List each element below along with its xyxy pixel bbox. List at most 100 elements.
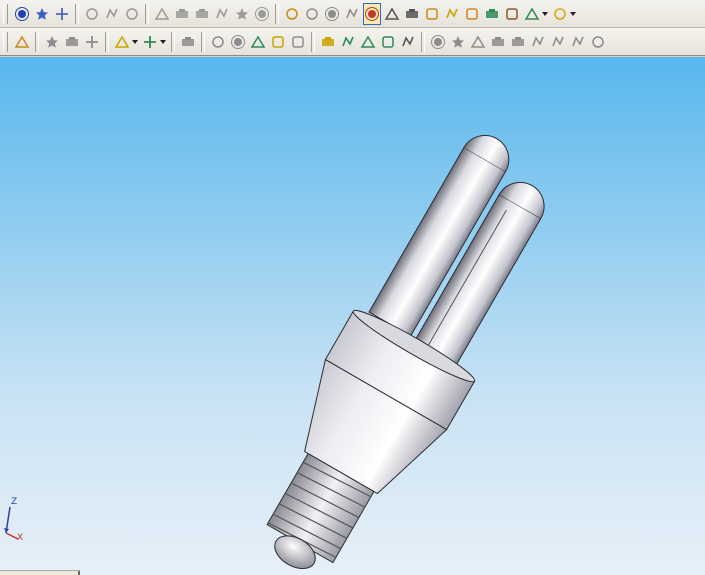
knit-surface-button[interactable] — [269, 31, 287, 53]
paperclip-icon — [384, 7, 400, 20]
component-rotate-icon — [346, 7, 358, 18]
dot-icon — [431, 34, 445, 49]
circle-button[interactable] — [449, 31, 467, 53]
toolbar-grip[interactable] — [3, 3, 8, 24]
revolve-boss-button[interactable] — [103, 3, 121, 25]
interference-button[interactable] — [483, 3, 501, 25]
magnet-button[interactable] — [403, 3, 421, 25]
splitter-handle[interactable] — [78, 571, 80, 575]
toolbar-separator — [311, 31, 315, 52]
line-button[interactable] — [469, 31, 487, 53]
appearance-button[interactable] — [523, 3, 541, 25]
circle-icon — [452, 35, 464, 48]
reference-axis-button[interactable] — [339, 31, 357, 53]
extruded-cut-button[interactable] — [153, 3, 171, 25]
surface-planar-button[interactable] — [179, 31, 197, 53]
macro-icon — [14, 35, 30, 48]
curve-spiral-icon — [144, 35, 156, 48]
cfl-bulb-model[interactable] — [0, 57, 705, 575]
convert-entities-button[interactable] — [569, 31, 587, 53]
circular-pattern-button[interactable] — [63, 31, 81, 53]
component-move-button[interactable] — [323, 3, 341, 25]
bulb-assembly — [266, 135, 545, 570]
orientation-triad: Z X — [0, 495, 30, 547]
extruded-cut-icon — [154, 7, 170, 20]
mirror-button[interactable] — [83, 31, 101, 53]
coordinate-system-icon — [360, 35, 376, 48]
reference-point-button[interactable] — [379, 31, 397, 53]
spline-icon — [15, 6, 29, 21]
curve-spiral-button[interactable] — [141, 31, 159, 53]
feature-manager-splitter[interactable] — [0, 570, 80, 575]
paperclip-button[interactable] — [383, 3, 401, 25]
reference-point-icon — [382, 35, 394, 48]
sketch-grid-button[interactable] — [53, 3, 71, 25]
smart-fastener-button[interactable] — [423, 3, 441, 25]
knit-surface-icon — [272, 35, 284, 48]
toolbar-separator — [275, 3, 279, 24]
assembly-tree-button[interactable] — [283, 3, 301, 25]
angle-button[interactable] — [529, 31, 547, 53]
toolbar-grip[interactable] — [3, 31, 8, 52]
swept-boss-icon — [126, 7, 138, 20]
explode-view-button[interactable] — [363, 2, 381, 25]
graphics-viewport[interactable]: Z X — [0, 57, 705, 575]
toolbar-separator — [201, 31, 205, 52]
linear-pattern-icon — [46, 35, 58, 48]
chamfer-button[interactable] — [193, 3, 211, 25]
coordinate-system-button[interactable] — [359, 31, 377, 53]
chamfer-icon — [196, 8, 208, 18]
sketch-grid-icon — [56, 7, 68, 20]
mate-button[interactable] — [303, 3, 321, 25]
shell-button[interactable] — [233, 3, 251, 25]
star-feature-button[interactable] — [443, 3, 461, 25]
thicken-icon — [292, 35, 304, 48]
offset-button[interactable] — [549, 31, 567, 53]
component-move-icon — [325, 6, 339, 21]
bookmark-icon — [506, 7, 518, 20]
sketch-wizard-button[interactable] — [113, 31, 131, 53]
surface-loft-icon — [231, 34, 245, 49]
bookmark-button[interactable] — [503, 3, 521, 25]
surface-sweep-button[interactable] — [249, 31, 267, 53]
draft-button[interactable] — [253, 3, 271, 25]
trim-button[interactable] — [509, 31, 527, 53]
toolbar-separator — [145, 3, 149, 24]
chevron-down-icon — [570, 11, 576, 16]
dot-button[interactable] — [429, 31, 447, 53]
fillet-button[interactable] — [173, 3, 191, 25]
x-axis-label: X — [17, 533, 24, 543]
curve-spiral-dropdown-arrow[interactable] — [160, 31, 166, 53]
sketch-wizard-dropdown-arrow[interactable] — [132, 31, 138, 53]
reference-plane-button[interactable] — [319, 31, 337, 53]
extrude-boss-icon — [86, 7, 98, 20]
sun-light-button[interactable] — [551, 3, 569, 25]
toolbar-separator — [105, 31, 109, 52]
appearance-dropdown-arrow[interactable] — [542, 3, 548, 25]
rib-button[interactable] — [213, 3, 231, 25]
sun-light-dropdown-arrow[interactable] — [570, 3, 576, 25]
swept-boss-button[interactable] — [123, 3, 141, 25]
mate-reference-icon — [402, 35, 414, 46]
linear-pattern-button[interactable] — [43, 31, 61, 53]
interference-icon — [486, 8, 498, 18]
thicken-button[interactable] — [289, 31, 307, 53]
polygon-button[interactable] — [489, 31, 507, 53]
mate-reference-button[interactable] — [399, 31, 417, 53]
revolve-boss-icon — [106, 7, 118, 18]
point-button[interactable] — [33, 3, 51, 25]
spline-button[interactable] — [13, 3, 31, 25]
surface-extrude-icon — [212, 35, 224, 48]
surface-extrude-button[interactable] — [209, 31, 227, 53]
extrude-boss-button[interactable] — [83, 3, 101, 25]
toolbar-separator — [171, 31, 175, 52]
configuration-button[interactable] — [463, 3, 481, 25]
surface-loft-button[interactable] — [229, 31, 247, 53]
toolbar-separator — [421, 31, 425, 52]
assembly-tree-icon — [286, 7, 298, 20]
macro-button[interactable] — [13, 31, 31, 53]
component-rotate-button[interactable] — [343, 3, 361, 25]
shell-icon — [236, 7, 248, 20]
pencil-button[interactable] — [589, 31, 607, 53]
angle-icon — [532, 35, 544, 46]
